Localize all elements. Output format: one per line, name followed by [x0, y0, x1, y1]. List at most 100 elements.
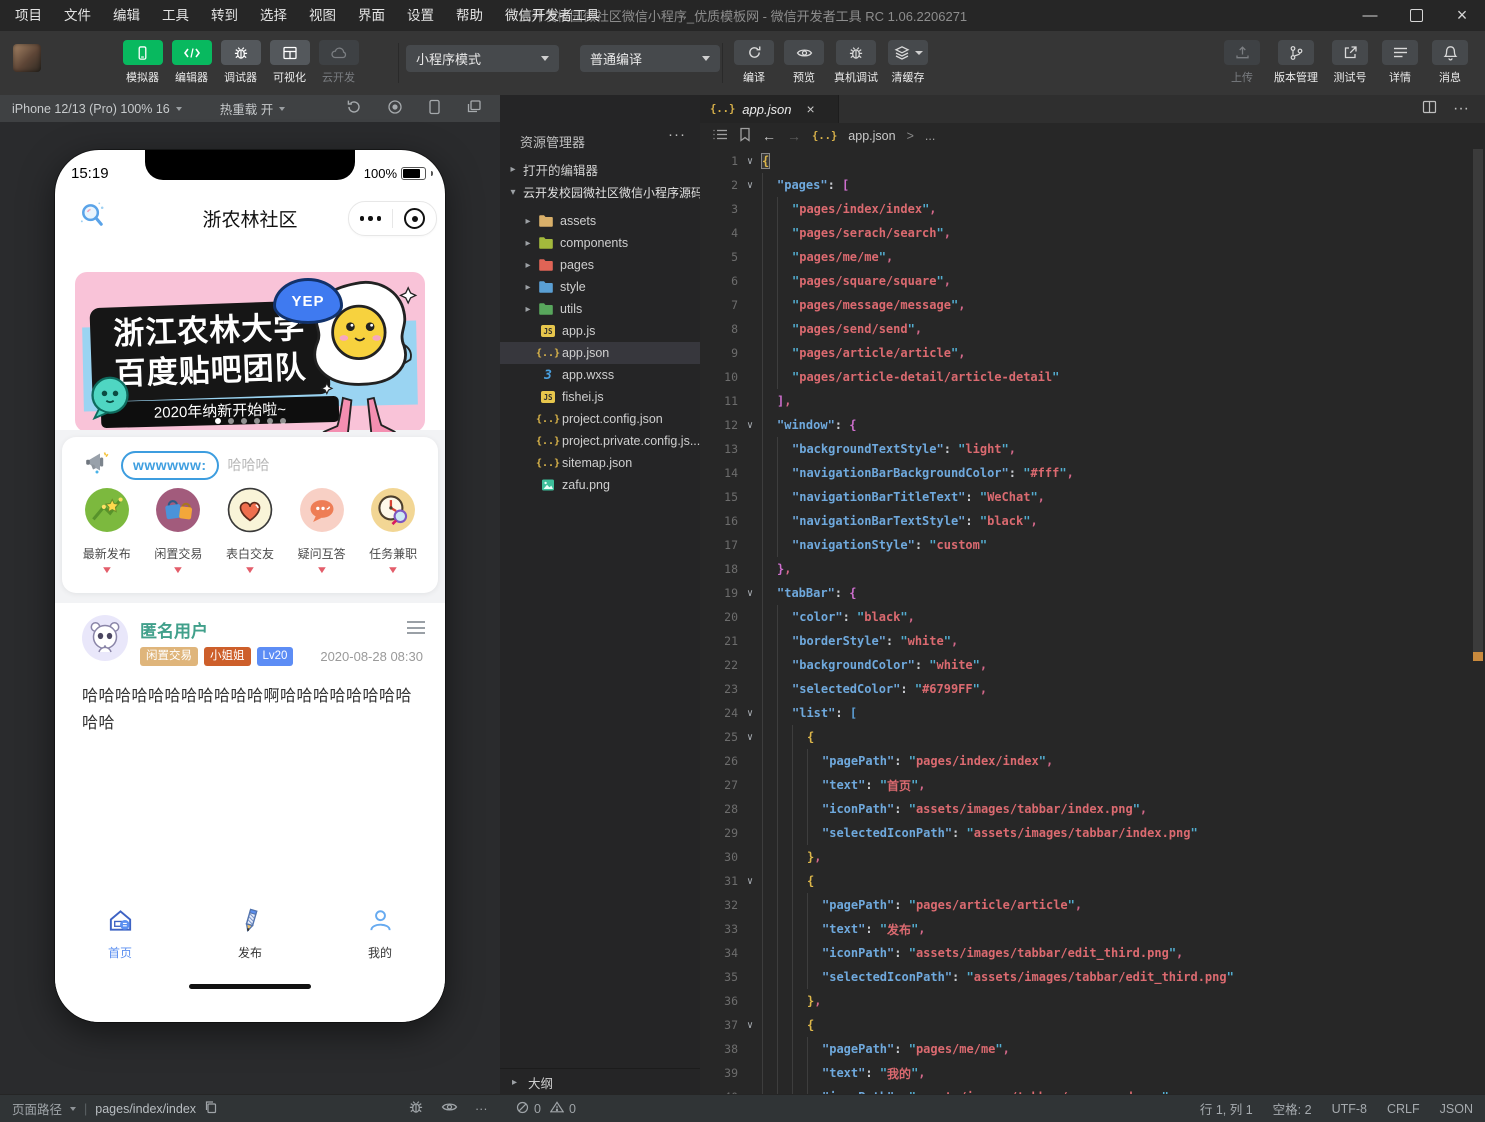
- statusbar-segment[interactable]: 行 1, 列 1: [1200, 1099, 1253, 1118]
- code-line[interactable]: 2∨"pages": [: [700, 173, 1471, 197]
- record-icon[interactable]: [387, 99, 403, 118]
- debugger-toggle[interactable]: 调试器: [216, 40, 265, 85]
- fold-arrow-icon[interactable]: ∨: [738, 732, 762, 743]
- code-line[interactable]: 14"navigationBarBackgroundColor": "#fff"…: [700, 461, 1471, 485]
- menubar-item[interactable]: 项目: [4, 0, 53, 31]
- code-line[interactable]: 36},: [700, 989, 1471, 1013]
- windows-icon[interactable]: [466, 99, 482, 118]
- code-line[interactable]: 4"pages/serach/search",: [700, 221, 1471, 245]
- code-line[interactable]: 38"pagePath": "pages/me/me",: [700, 1037, 1471, 1061]
- project-root[interactable]: ▾ 云开发校园微社区微信小程序源码: [500, 181, 708, 203]
- folder-components[interactable]: ▸components: [500, 232, 723, 254]
- code-line[interactable]: 3"pages/index/index",: [700, 197, 1471, 221]
- fold-arrow-icon[interactable]: ∨: [738, 708, 762, 719]
- avatar[interactable]: [82, 615, 128, 666]
- maximize-button[interactable]: [1393, 0, 1439, 31]
- copy-icon[interactable]: [204, 1100, 217, 1117]
- statusbar-more-icon[interactable]: ···: [475, 1102, 488, 1116]
- code-line[interactable]: 31∨{: [700, 869, 1471, 893]
- fold-arrow-icon[interactable]: ∨: [738, 180, 762, 191]
- menubar-item[interactable]: 设置: [396, 0, 445, 31]
- code-line[interactable]: 13"backgroundTextStyle": "light",: [700, 437, 1471, 461]
- page-path-selector[interactable]: 页面路径: [12, 1099, 62, 1118]
- menubar-item[interactable]: 选择: [249, 0, 298, 31]
- code-line[interactable]: 9"pages/article/article",: [700, 341, 1471, 365]
- code-line[interactable]: 35"selectedIconPath": "assets/images/tab…: [700, 965, 1471, 989]
- breadcrumb-file[interactable]: app.json: [848, 129, 895, 143]
- close-button[interactable]: ×: [1439, 0, 1485, 31]
- code-line[interactable]: 23"selectedColor": "#6799FF",: [700, 677, 1471, 701]
- folder-assets[interactable]: ▸assets: [500, 210, 723, 232]
- bookmark-icon[interactable]: [739, 127, 751, 145]
- grid-item[interactable]: 疑问互答▼: [286, 487, 358, 576]
- code-line[interactable]: 34"iconPath": "assets/images/tabbar/edit…: [700, 941, 1471, 965]
- menubar-item[interactable]: 编辑: [102, 0, 151, 31]
- banner-carousel[interactable]: 浙江农林大学 百度贴吧团队 2020年纳新开始啦~ YEP: [75, 272, 425, 432]
- menubar-item[interactable]: 界面: [347, 0, 396, 31]
- grid-item[interactable]: 表白交友▼: [214, 487, 286, 576]
- preview-button[interactable]: 预览: [779, 40, 829, 85]
- code-line[interactable]: 39"text": "我的",: [700, 1061, 1471, 1085]
- code-line[interactable]: 6"pages/square/square",: [700, 269, 1471, 293]
- explorer-more-icon[interactable]: ···: [668, 126, 686, 143]
- folder-pages[interactable]: ▸pages: [500, 254, 723, 276]
- code-line[interactable]: 27"text": "首页",: [700, 773, 1471, 797]
- carousel-dot[interactable]: [241, 418, 247, 424]
- code-line[interactable]: 21"borderStyle": "white",: [700, 629, 1471, 653]
- eye-icon[interactable]: [441, 1101, 458, 1116]
- statusbar-segment[interactable]: 空格: 2: [1273, 1099, 1312, 1118]
- carousel-dot[interactable]: [215, 418, 221, 424]
- rotate-icon[interactable]: [346, 99, 362, 118]
- folder-utils[interactable]: ▸utils: [500, 298, 723, 320]
- simulator-toggle[interactable]: 模拟器: [118, 40, 167, 85]
- messages-button[interactable]: 消息: [1425, 40, 1475, 85]
- open-editors-section[interactable]: ▸ 打开的编辑器: [500, 158, 708, 180]
- carousel-dot[interactable]: [228, 418, 234, 424]
- menubar-item[interactable]: 工具: [151, 0, 200, 31]
- grid-item[interactable]: 闲置交易▼: [143, 487, 215, 576]
- code-line[interactable]: 32"pagePath": "pages/article/article",: [700, 893, 1471, 917]
- code-line[interactable]: 1∨{: [700, 149, 1471, 173]
- code-area[interactable]: 1∨{2∨"pages": [3"pages/index/index",4"pa…: [700, 149, 1471, 1095]
- phone-frame-icon[interactable]: [428, 99, 441, 118]
- code-line[interactable]: 25∨{: [700, 725, 1471, 749]
- test-account-button[interactable]: 测试号: [1325, 40, 1375, 85]
- code-line[interactable]: 19∨"tabBar": {: [700, 581, 1471, 605]
- code-line[interactable]: 37∨{: [700, 1013, 1471, 1037]
- tabbar-item-发布[interactable]: 发布: [185, 898, 315, 970]
- code-line[interactable]: 33"text": "发布",: [700, 917, 1471, 941]
- statusbar-segment[interactable]: CRLF: [1387, 1102, 1420, 1116]
- problems-indicator[interactable]: 0 0: [516, 1095, 576, 1122]
- cloud-dev-toggle[interactable]: 云开发: [314, 40, 363, 85]
- code-line[interactable]: 5"pages/me/me",: [700, 245, 1471, 269]
- notice-bar[interactable]: wwwwww: 哈哈哈: [84, 450, 426, 480]
- code-line[interactable]: 28"iconPath": "assets/images/tabbar/inde…: [700, 797, 1471, 821]
- device-selector[interactable]: iPhone 12/13 (Pro) 100% 16: [12, 102, 182, 116]
- code-line[interactable]: 11],: [700, 389, 1471, 413]
- fold-arrow-icon[interactable]: ∨: [738, 1020, 762, 1031]
- more-menu-button[interactable]: [349, 216, 392, 221]
- code-line[interactable]: 26"pagePath": "pages/index/index",: [700, 749, 1471, 773]
- back-arrow-icon[interactable]: ←: [762, 128, 776, 144]
- code-line[interactable]: 7"pages/message/message",: [700, 293, 1471, 317]
- minimize-button[interactable]: —: [1347, 0, 1393, 31]
- scrollbar-thumb[interactable]: [1473, 149, 1483, 657]
- code-line[interactable]: 10"pages/article-detail/article-detail": [700, 365, 1471, 389]
- carousel-dot[interactable]: [254, 418, 260, 424]
- remote-debug-button[interactable]: 真机调试: [829, 40, 883, 85]
- fold-arrow-icon[interactable]: ∨: [738, 876, 762, 887]
- statusbar-segment[interactable]: UTF-8: [1332, 1102, 1367, 1116]
- compile-mode-dropdown[interactable]: 普通编译: [580, 45, 720, 72]
- compile-button[interactable]: 编译: [729, 40, 779, 85]
- carousel-dot[interactable]: [267, 418, 273, 424]
- carousel-dot[interactable]: [280, 418, 286, 424]
- details-button[interactable]: 详情: [1375, 40, 1425, 85]
- code-line[interactable]: 17"navigationStyle": "custom": [700, 533, 1471, 557]
- code-line[interactable]: 20"color": "black",: [700, 605, 1471, 629]
- breadcrumb-more[interactable]: ...: [925, 129, 935, 143]
- post-menu-icon[interactable]: [407, 621, 425, 634]
- menubar-item[interactable]: 微信开发者工具: [494, 0, 611, 31]
- bug-icon[interactable]: [408, 1099, 424, 1118]
- fold-arrow-icon[interactable]: ∨: [738, 588, 762, 599]
- code-line[interactable]: 30},: [700, 845, 1471, 869]
